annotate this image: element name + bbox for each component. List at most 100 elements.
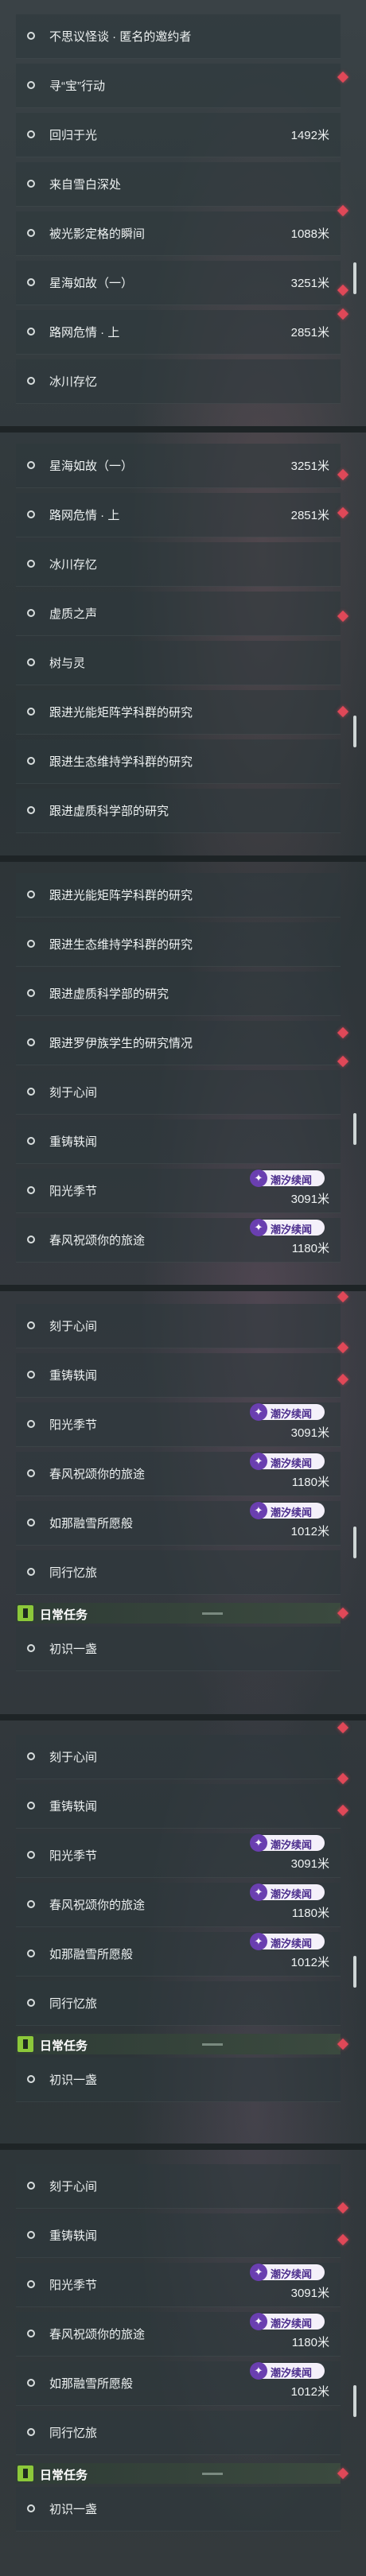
quest-distance: 2851米 [290, 326, 329, 339]
daily-task-row[interactable]: 初识一盏 [16, 2487, 341, 2531]
quest-list-section: 跟进光能矩阵学科群的研究 跟进生态维持学科群的研究跟进虚质科学部的研究跟进罗伊族学… [0, 859, 366, 1288]
quest-row[interactable]: 寻“宝”行动 [16, 64, 341, 108]
quest-bullet-icon [27, 989, 35, 997]
quest-row[interactable]: 同行忆旅 [16, 1550, 341, 1595]
quest-row[interactable]: 春风祝颂你的旅途 1180米 ✦ 潮汐续闻 [16, 1883, 341, 1927]
quest-row[interactable]: 如那融雪所愿般 1012米 ✦ 潮汐续闻 [16, 1501, 341, 1546]
scrollbar-thumb[interactable] [353, 2385, 356, 2417]
event-badge-label: 潮汐续闻 [271, 1938, 313, 1949]
event-badge-label: 潮汐续闻 [271, 1224, 313, 1236]
quest-row[interactable]: 跟进虚质科学部的研究 [16, 972, 341, 1016]
daily-task-header: 日常任务 [16, 2034, 341, 2054]
quest-row[interactable]: 冰川存忆 [16, 359, 341, 404]
quest-title: 被光影定格的瞬间 [49, 227, 146, 241]
quest-bullet-icon [27, 708, 35, 716]
event-badge: ✦ 潮汐续闻 [250, 1884, 325, 1901]
quest-bullet-icon [27, 2379, 35, 2387]
quest-title: 寻“宝”行动 [49, 80, 105, 93]
quest-bullet-icon [27, 278, 35, 286]
quest-row[interactable]: 春风祝颂你的旅途 1180米 ✦ 潮汐续闻 [16, 2312, 341, 2357]
quest-bullet-icon [27, 81, 35, 89]
scrollbar-thumb[interactable] [353, 262, 356, 294]
quest-title: 春风祝颂你的旅途 [49, 1234, 146, 1247]
quest-distance: 3091米 [290, 2287, 329, 2300]
quest-row[interactable]: 树与灵 [16, 641, 341, 685]
event-badge: ✦ 潮汐续闻 [250, 2313, 325, 2330]
quest-bullet-icon [27, 1900, 35, 1908]
quest-bullet-icon [27, 2280, 35, 2288]
tide-icon: ✦ [250, 1884, 267, 1901]
quest-row[interactable]: 跟进虚质科学部的研究 [16, 789, 341, 833]
quest-row[interactable]: 来自雪白深处 [16, 162, 341, 207]
quest-row[interactable]: 同行忆旅 [16, 1981, 341, 2026]
quest-bullet-icon [27, 1236, 35, 1243]
daily-task-row[interactable]: 初识一盏 [16, 1627, 341, 1671]
quest-title: 同行忆旅 [49, 1566, 98, 1580]
quest-row[interactable]: 重铸轶闻 [16, 2213, 341, 2258]
scrollbar-thumb[interactable] [353, 1113, 356, 1145]
section-divider [0, 426, 366, 433]
quest-row[interactable]: 如那融雪所愿般 1012米 ✦ 潮汐续闻 [16, 2361, 341, 2406]
quest-title: 重铸轶闻 [49, 1800, 98, 1814]
quest-bullet-icon [27, 2075, 35, 2083]
quest-row[interactable]: 跟进生态维持学科群的研究 [16, 739, 341, 784]
quest-row[interactable]: 被光影定格的瞬间 1088米 [16, 211, 341, 256]
quest-row[interactable]: 跟进罗伊族学生的研究情况 [16, 1021, 341, 1065]
quest-distance: 3091米 [290, 1193, 329, 1206]
scrollbar-thumb[interactable] [353, 716, 356, 747]
tide-icon: ✦ [250, 1453, 267, 1470]
quest-row[interactable]: 回归于光 1492米 [16, 113, 341, 157]
quest-row[interactable]: 刻于心间 [16, 1304, 341, 1348]
daily-task-row[interactable]: 初识一盏 [16, 2058, 341, 2102]
quest-row[interactable]: 阳光季节 3091米 ✦ 潮汐续闻 [16, 1833, 341, 1878]
quest-row[interactable]: 阳光季节 3091米 ✦ 潮汐续闻 [16, 2263, 341, 2307]
quest-bullet-icon [27, 1568, 35, 1576]
quest-bullet-icon [27, 1999, 35, 2007]
quest-row[interactable]: 如那融雪所愿般 1012米 ✦ 潮汐续闻 [16, 1932, 341, 1977]
quest-row[interactable]: 阳光季节 3091米 ✦ 潮汐续闻 [16, 1169, 341, 1213]
quest-row[interactable]: 星海如故（一） 3251米 [16, 444, 341, 488]
quest-row[interactable]: 虚质之声 [16, 592, 341, 636]
quest-row[interactable]: 重铸轶闻 [16, 1353, 341, 1398]
event-badge: ✦ 潮汐续闻 [250, 1219, 325, 1236]
quest-row[interactable]: 同行忆旅 [16, 2411, 341, 2455]
quest-title: 跟进罗伊族学生的研究情况 [49, 1037, 193, 1050]
quest-row[interactable]: 刻于心间 [16, 1735, 341, 1779]
quest-title: 跟进光能矩阵学科群的研究 [49, 706, 193, 720]
tracking-marker-icon [337, 1721, 349, 1734]
quest-row[interactable]: 跟进光能矩阵学科群的研究 [16, 873, 341, 918]
quest-row[interactable]: 春风祝颂你的旅途 1180米 ✦ 潮汐续闻 [16, 1452, 341, 1496]
quest-bullet-icon [27, 2504, 35, 2512]
quest-bullet-icon [27, 2428, 35, 2436]
quest-title: 跟进生态维持学科群的研究 [49, 938, 193, 952]
quest-row[interactable]: 重铸轶闻 [16, 1784, 341, 1829]
quest-row[interactable]: 冰川存忆 [16, 542, 341, 587]
scrollbar-thumb[interactable] [353, 1527, 356, 1558]
quest-row[interactable]: 刻于心间 [16, 1070, 341, 1115]
quest-title: 重铸轶闻 [49, 1369, 98, 1383]
quest-bullet-icon [27, 1752, 35, 1760]
quest-title: 初识一盏 [49, 2503, 98, 2516]
quest-bullet-icon [27, 328, 35, 336]
quest-row[interactable]: 不思议怪谈 · 匿名的邀约者 [16, 14, 341, 59]
quest-title: 跟进光能矩阵学科群的研究 [49, 889, 193, 902]
quest-row[interactable]: 阳光季节 3091米 ✦ 潮汐续闻 [16, 1402, 341, 1447]
quest-distance: 1012米 [290, 1525, 329, 1538]
quest-row[interactable]: 跟进生态维持学科群的研究 [16, 922, 341, 967]
event-badge-label: 潮汐续闻 [271, 1457, 313, 1469]
tide-icon: ✦ [250, 2362, 267, 2380]
quest-title: 春风祝颂你的旅途 [49, 2328, 146, 2341]
quest-row[interactable]: 路网危情 · 上 2851米 [16, 493, 341, 537]
quest-row[interactable]: 跟进光能矩阵学科群的研究 [16, 690, 341, 735]
event-badge-label: 潮汐续闻 [271, 1507, 313, 1519]
event-badge: ✦ 潮汐续闻 [250, 1453, 325, 1470]
daily-task-icon [18, 1605, 33, 1621]
quest-row[interactable]: 春风祝颂你的旅途 1180米 ✦ 潮汐续闻 [16, 1218, 341, 1263]
quest-row[interactable]: 路网危情 · 上 2851米 [16, 310, 341, 355]
quest-row[interactable]: 星海如故（一） 3251米 [16, 261, 341, 305]
quest-row[interactable]: 刻于心间 [16, 2164, 341, 2209]
scrollbar-thumb[interactable] [353, 1956, 356, 1988]
quest-bullet-icon [27, 890, 35, 898]
quest-title: 如那融雪所愿般 [49, 2377, 134, 2391]
quest-row[interactable]: 重铸轶闻 [16, 1119, 341, 1164]
